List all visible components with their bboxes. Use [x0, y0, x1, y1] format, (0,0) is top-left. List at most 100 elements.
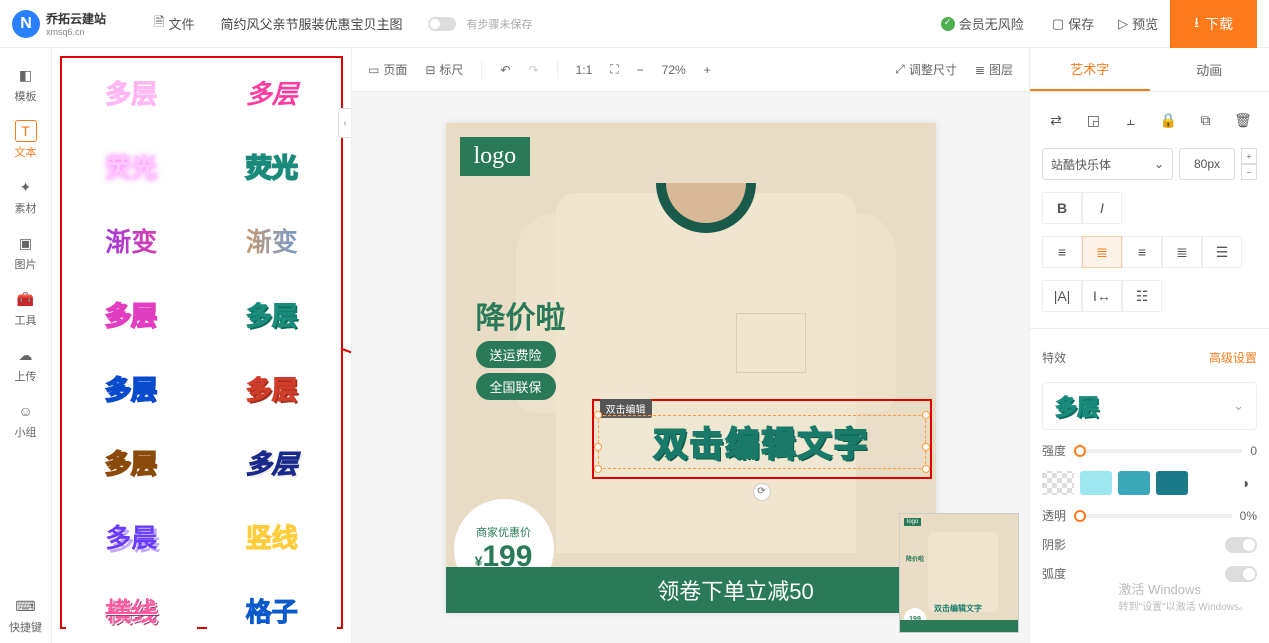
size-up[interactable]: +	[1241, 148, 1257, 164]
autosave-toggle[interactable]	[428, 17, 456, 31]
style-card[interactable]: 多层	[207, 62, 338, 122]
resize-handle[interactable]	[594, 411, 602, 419]
color-picker-icon[interactable]: ◑	[1233, 471, 1257, 495]
fit-button[interactable]: ⛶	[610, 62, 618, 77]
pill-shipping[interactable]: 送运费险	[476, 341, 556, 368]
zoom-out[interactable]: −	[637, 63, 644, 77]
rail-templates[interactable]: ◧模板	[6, 56, 46, 112]
save-button[interactable]: ▢ 保存	[1040, 8, 1106, 39]
align-left[interactable]: ≡	[1042, 236, 1082, 268]
resize-handle[interactable]	[922, 443, 930, 451]
preview-button[interactable]: ▷ 预览	[1106, 8, 1170, 39]
style-card[interactable]: 多层	[66, 432, 197, 492]
zoom-in[interactable]: +	[704, 63, 711, 77]
layers-button[interactable]: ≣图层	[975, 61, 1013, 78]
minimap[interactable]: logo 降价啦 双击编辑文字 199	[899, 513, 1019, 633]
advanced-link[interactable]: 高级设置	[1209, 349, 1257, 366]
style-card[interactable]: 多层	[66, 284, 197, 344]
align-distribute[interactable]: ☰	[1202, 236, 1242, 268]
annotation-arrow	[342, 348, 352, 435]
style-card[interactable]: 多层	[207, 358, 338, 418]
selected-text-element[interactable]: 双击编辑 双击编辑文字 ⟳	[592, 399, 932, 479]
opacity-slider[interactable]	[1074, 514, 1232, 518]
style-card[interactable]: 渐变	[66, 210, 197, 270]
intensity-slider[interactable]	[1074, 449, 1242, 453]
rail-images[interactable]: ▣图片	[6, 224, 46, 280]
member-safe[interactable]: 会员无风险	[925, 14, 1040, 33]
resize-handle[interactable]	[922, 465, 930, 473]
pill-warranty[interactable]: 全国联保	[476, 373, 556, 400]
font-size[interactable]: 80px	[1179, 148, 1235, 180]
artboard[interactable]: logo 降价啦 送运费险 全国联保 商家优惠价 ¥199 领卷下单立减50 双…	[446, 123, 936, 613]
bottom-banner[interactable]: 领卷下单立减50	[446, 567, 936, 613]
color-swatch[interactable]	[1118, 471, 1150, 495]
tab-animation[interactable]: 动画	[1150, 48, 1269, 91]
undo-button[interactable]: ↶	[500, 63, 510, 77]
replace-icon[interactable]: ⇄	[1044, 108, 1068, 132]
align-center[interactable]: ≣	[1082, 236, 1122, 268]
style-card[interactable]: 荧光	[66, 136, 197, 196]
list-button[interactable]: ☷	[1122, 280, 1162, 312]
radius-toggle[interactable]	[1225, 566, 1257, 582]
download-button[interactable]: ⭳ 下载	[1170, 0, 1257, 48]
color-swatch[interactable]	[1156, 471, 1188, 495]
redo-button[interactable]: ↷	[529, 63, 539, 77]
align-icon[interactable]: ⫠	[1119, 108, 1143, 132]
resize-handle[interactable]	[594, 465, 602, 473]
style-card[interactable]: 横线	[66, 580, 197, 640]
rail-text[interactable]: T文本	[6, 112, 46, 168]
rail-shortcuts[interactable]: ⌨快捷键	[6, 587, 46, 643]
logo-badge[interactable]: logo	[460, 137, 531, 176]
delete-icon[interactable]: 🗑	[1231, 108, 1255, 132]
duplicate-icon[interactable]: ⧉	[1194, 108, 1218, 132]
rotate-handle[interactable]: ⟳	[753, 483, 771, 501]
fx-sample: 多层	[1055, 390, 1099, 422]
ruler-button[interactable]: ⊟标尺	[425, 61, 463, 78]
page-button[interactable]: ▭页面	[368, 61, 407, 78]
align-right[interactable]: ≡	[1122, 236, 1162, 268]
ratio-button[interactable]: 1:1	[576, 63, 593, 77]
italic-button[interactable]: I	[1082, 192, 1122, 224]
zoom-value[interactable]: 72%	[662, 63, 686, 77]
color-swatch[interactable]	[1080, 471, 1112, 495]
rail-assets[interactable]: ✦素材	[6, 168, 46, 224]
style-card[interactable]: 多层	[66, 62, 197, 122]
resize-button[interactable]: ⤢调整尺寸	[895, 61, 957, 78]
style-card[interactable]: 多晨	[66, 506, 197, 566]
style-card[interactable]: 多层	[207, 432, 338, 492]
headline-text[interactable]: 降价啦	[476, 293, 566, 337]
bold-button[interactable]: B	[1042, 192, 1082, 224]
vertical-text[interactable]: |A|	[1042, 280, 1082, 312]
rail-tools[interactable]: 🧰工具	[6, 280, 46, 336]
canvas-stage[interactable]: logo 降价啦 送运费险 全国联保 商家优惠价 ¥199 领卷下单立减50 双…	[352, 92, 1029, 643]
resize-handle[interactable]	[922, 411, 930, 419]
tab-art-text[interactable]: 艺术字	[1030, 48, 1150, 91]
collapse-panel[interactable]: ‹	[338, 108, 352, 138]
style-card[interactable]: 格子	[207, 580, 338, 640]
style-card[interactable]: 荧光	[207, 136, 338, 196]
rail-label: 快捷键	[9, 619, 42, 635]
rail-upload[interactable]: ☁上传	[6, 336, 46, 392]
color-none[interactable]	[1042, 471, 1074, 495]
crop-icon[interactable]: ◲	[1081, 108, 1105, 132]
style-card[interactable]: 多层	[207, 284, 338, 344]
product-image[interactable]	[516, 123, 896, 563]
file-menu[interactable]: 🗎 文件	[142, 7, 206, 41]
art-text[interactable]: 双击编辑文字	[654, 417, 870, 466]
style-card[interactable]: 渐变	[207, 210, 338, 270]
size-down[interactable]: −	[1241, 164, 1257, 180]
document-title[interactable]: 简约风父亲节服装优惠宝贝主图	[206, 14, 416, 33]
resize-handle[interactable]	[594, 443, 602, 451]
style-card[interactable]: 竖线	[207, 506, 338, 566]
lock-icon[interactable]: 🔒	[1156, 108, 1180, 132]
effect-preview[interactable]: 多层 ⌄	[1042, 382, 1257, 430]
save-label: 保存	[1068, 14, 1094, 33]
check-icon	[941, 17, 955, 31]
align-justify[interactable]: ≣	[1162, 236, 1202, 268]
font-select[interactable]: 站酷快乐体⌄	[1042, 148, 1173, 180]
style-card[interactable]: 多层	[66, 358, 197, 418]
shadow-toggle[interactable]	[1225, 537, 1257, 553]
rail-team[interactable]: ☺小组	[6, 392, 46, 448]
letter-spacing[interactable]: I↔	[1082, 280, 1122, 312]
brand-logo[interactable]: N 乔拓云建站 xmsq6.cn	[12, 10, 142, 38]
